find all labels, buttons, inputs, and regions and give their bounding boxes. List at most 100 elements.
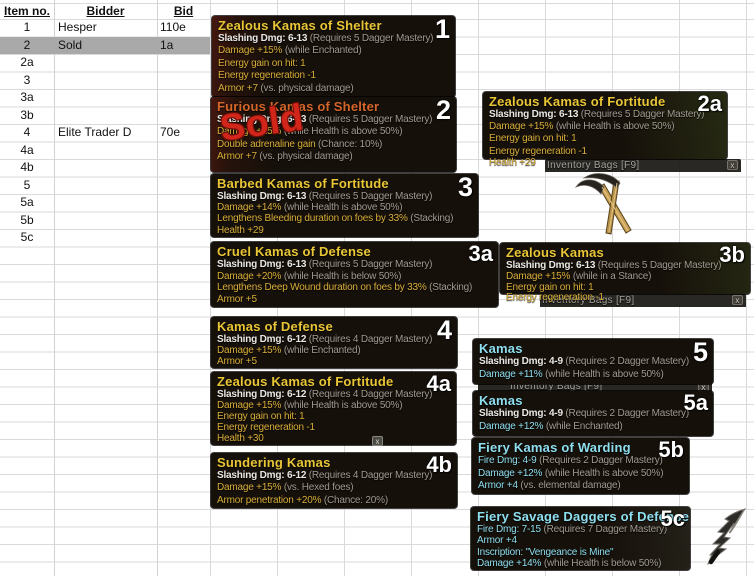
stat-segment-gray: (while in a Stance) [570,271,651,282]
item-tooltip-5c: Fiery Savage Daggers of DefenseFire Dmg:… [471,507,690,570]
stat-segment-white: Slashing Dmg: 6-13 [217,191,306,202]
cell-bidder[interactable] [54,229,157,247]
cell-item-no[interactable]: 2a [0,54,54,72]
item-title: Sundering Kamas [217,455,457,470]
item-tooltip-3: Barbed Kamas of FortitudeSlashing Dmg: 6… [211,174,478,237]
cell-bidder[interactable] [54,177,157,195]
cell-bidder[interactable]: Sold [54,37,157,55]
item-stat-line: Armor penetration +20% (Chance: 20%) [217,495,457,507]
stat-segment-gold: Armor +5 [217,356,257,367]
stat-segment-white: Slashing Dmg: 6-13 [506,260,595,271]
cell-bidder[interactable]: Elite Trader D [54,124,157,142]
cell-item-no[interactable]: 4 [0,124,54,142]
item-stat-line: Energy regeneration -1 [218,70,455,82]
cell-bid[interactable] [157,212,210,230]
cell-bid[interactable] [157,159,210,177]
cell-bidder[interactable] [54,54,157,72]
cell-item-no[interactable]: 5b [0,212,54,230]
stat-segment-gray: (Requires 5 Dagger Mastery) [306,191,432,202]
stat-segment-gray: (while Enchanted) [281,345,360,356]
item-stats: Slashing Dmg: 6-12 (Requires 4 Dagger Ma… [217,334,457,367]
cell-bidder[interactable] [54,212,157,230]
stat-segment-gold: Health +29 [489,157,536,168]
stat-segment-gray: (Requires 5 Dagger Mastery) [306,114,432,125]
cell-item-no[interactable]: 2 [0,37,54,55]
stat-segment-gray: (Requires 2 Dagger Mastery) [563,408,689,419]
item-tooltip-1: Zealous Kamas of ShelterSlashing Dmg: 6-… [212,16,455,97]
item-stat-line: Damage +15% (while Health is above 50%) [217,400,456,411]
stat-segment-cyan: Damage +11% [479,369,543,380]
cell-bid[interactable]: 110e [157,19,210,37]
cell-bid[interactable] [157,194,210,212]
cell-item-no[interactable]: 3a [0,89,54,107]
annotation-number: 2 [436,96,451,124]
stat-segment-gray: (while Enchanted) [282,45,361,56]
cell-bidder[interactable] [54,89,157,107]
item-stats: Slashing Dmg: 4-9 (Requires 2 Dagger Mas… [479,356,713,381]
stat-segment-white: Slashing Dmg: 6-13 [489,109,578,120]
cell-bid[interactable] [157,54,210,72]
cell-item-no[interactable]: 3 [0,72,54,90]
cell-bidder[interactable] [54,72,157,90]
item-stat-line: Slashing Dmg: 6-13 (Requires 5 Dagger Ma… [217,191,478,202]
cell-bidder[interactable] [54,142,157,160]
stat-segment-gray: (while Health is above 50%) [281,202,402,213]
stat-segment-cyan: Damage +12% [478,468,542,479]
cell-item-no[interactable]: 3b [0,107,54,125]
cell-item-no[interactable]: 5a [0,194,54,212]
item-stat-line: Health +29 [489,157,536,169]
item-stat-line: Slashing Dmg: 4-9 (Requires 2 Dagger Mas… [479,356,713,369]
cell-item-no[interactable]: 5 [0,177,54,195]
annotation-number: 3a [469,241,493,267]
item-title: Kamas of Defense [217,319,457,334]
item-stat-line: Slashing Dmg: 6-13 (Requires 5 Dagger Ma… [218,33,455,45]
stat-segment-gold: Health +30 [217,433,264,444]
cell-bidder[interactable] [54,107,157,125]
item-tooltip-4a: Zealous Kamas of FortitudeSlashing Dmg: … [211,372,456,445]
item-stat-line: Slashing Dmg: 6-12 (Requires 4 Dagger Ma… [217,470,457,482]
annotation-number: 3 [458,173,473,201]
cell-item-no[interactable]: 1 [0,19,54,37]
cell-bidder[interactable] [54,159,157,177]
cell-bid[interactable] [157,229,210,247]
stat-segment-gray: (Requires 5 Dagger Mastery) [595,260,721,271]
item-stats: Slashing Dmg: 6-13 (Requires 5 Dagger Ma… [489,109,727,158]
stat-segment-white: Slashing Dmg: 6-13 [218,33,307,44]
item-title: Barbed Kamas of Fortitude [217,176,478,191]
cell-item-no[interactable]: 5c [0,229,54,247]
cell-bid[interactable]: 1a [157,37,210,55]
stat-segment-white: Slashing Dmg: 6-12 [217,334,306,345]
close-icon[interactable]: x [727,160,738,170]
stat-segment-gold: Health +29 [217,225,264,236]
cell-bid[interactable] [157,89,210,107]
item-stat-line: Armor +7 (vs. physical damage) [218,83,455,95]
item-tooltip-5b: Fiery Kamas of WardingFire Dmg: 4-9 (Req… [472,438,689,494]
stat-segment-gray: (Stacking) [408,213,454,224]
stat-segment-gray: (Chance: 20%) [321,495,388,506]
stat-segment-gray: (Requires 5 Dagger Mastery) [306,259,432,270]
item-stats: Slashing Dmg: 6-13 (Requires 5 Dagger Ma… [506,260,750,293]
item-stat-line: Health +30 [217,433,456,444]
item-stats: Slashing Dmg: 6-13 (Requires 5 Dagger Ma… [218,33,455,95]
cell-bid[interactable] [157,107,210,125]
cell-bid[interactable] [157,72,210,90]
cell-bidder[interactable]: Hesper [54,19,157,37]
close-icon[interactable]: x [732,295,743,305]
cell-bid[interactable] [157,177,210,195]
stat-segment-gray: (Requires 4 Dagger Mastery) [306,470,432,481]
cell-item-no[interactable]: 4b [0,159,54,177]
stat-segment-gold: Damage +20% [217,271,281,282]
cell-bidder[interactable] [54,194,157,212]
annotation-number: 5c [661,506,685,532]
cell-bid[interactable] [157,142,210,160]
close-icon[interactable]: x [372,436,383,446]
item-stat-line: Energy regeneration -1 [506,292,604,304]
annotation-number: 4b [426,452,452,478]
jagged-dagger-icon [698,506,754,568]
stat-segment-cyan: Armor +4 [478,480,518,491]
cell-item-no[interactable]: 4a [0,142,54,160]
item-stat-line: Damage +15% (while Enchanted) [217,345,457,356]
item-stat-line: Energy regeneration -1 [217,422,456,433]
stat-segment-gold: Energy regeneration -1 [218,70,316,81]
cell-bid[interactable]: 70e [157,124,210,142]
